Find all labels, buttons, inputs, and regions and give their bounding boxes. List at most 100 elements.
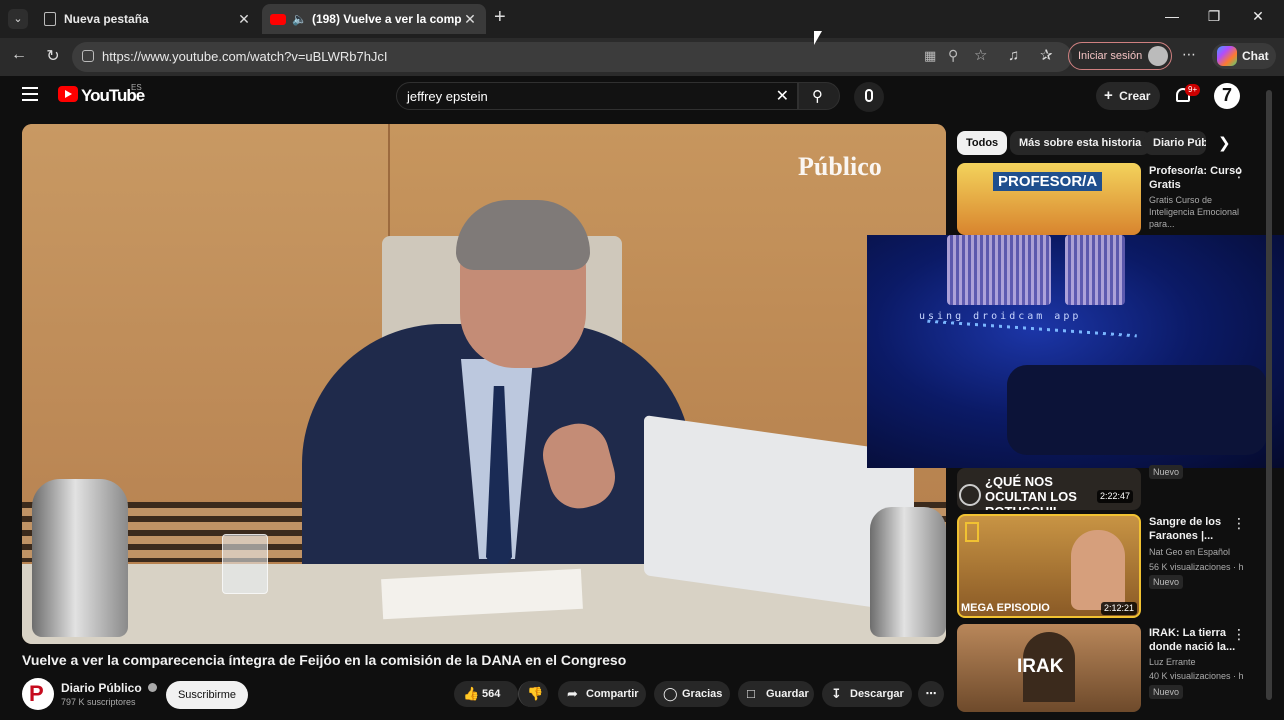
subscriber-count: 797 K suscriptores [61, 697, 136, 707]
chip-diario-publico[interactable]: Diario Públ [1144, 131, 1206, 155]
account-avatar[interactable]: 7 [1214, 83, 1240, 109]
new-badge: Nuevo [1149, 575, 1184, 589]
ceiling-vent-left [947, 235, 1051, 305]
window-close-icon[interactable]: ✕ [1238, 8, 1278, 30]
clear-search-icon[interactable]: ✕ [776, 86, 789, 106]
apps-icon[interactable]: ▦ [924, 48, 936, 64]
thumbnail-caption: PROFESOR/A [993, 172, 1103, 191]
like-button[interactable]: 👍 564 [454, 681, 518, 707]
search-button[interactable]: ⚲ [798, 82, 840, 110]
water-glass [222, 534, 268, 594]
country-code: ES [131, 83, 142, 92]
sidebar-thumbnail[interactable]: ¿QUÉ NOS OCULTAN LOS ROTHSCHIL 2:22:47 [957, 468, 1141, 510]
thanks-button[interactable]: ◯ Gracias [654, 681, 730, 707]
copilot-logo-icon [1217, 46, 1237, 66]
dislike-button[interactable]: 👎 [518, 681, 548, 707]
video-duration: 2:12:21 [1101, 602, 1138, 615]
plus-icon: + [1104, 87, 1113, 104]
back-arrow-icon[interactable]: ← [8, 46, 30, 68]
create-button[interactable]: + Crear [1096, 82, 1160, 110]
speaker-hair [456, 200, 590, 270]
favorite-star-icon[interactable]: ☆ [974, 46, 987, 64]
download-icon: ↧ [831, 686, 842, 701]
download-button[interactable]: ↧ Descargar [822, 681, 912, 707]
microphone-icon [865, 89, 873, 102]
tab-label: Nueva pestaña [64, 12, 149, 26]
channel-avatar-letter: P [29, 681, 44, 706]
minimize-icon[interactable]: — [1152, 8, 1192, 30]
site-info-icon[interactable] [82, 50, 94, 62]
camera-overlay: using droidcam app [867, 235, 1284, 468]
video-card-description: Gratis Curso de Inteligencia Emocional p… [1149, 195, 1240, 229]
search-input[interactable]: jeffrey epstein ✕ [396, 82, 798, 110]
share-label: Compartir [586, 688, 639, 700]
video-card-title[interactable]: IRAK: La tierra donde nació la... [1149, 626, 1243, 654]
sidebar-thumbnail[interactable]: PROFESOR/A [957, 163, 1141, 235]
voice-search-button[interactable] [854, 82, 884, 112]
verified-check-icon [148, 683, 158, 692]
chip-all[interactable]: Todos [957, 131, 1008, 155]
avatar-glyph-icon: 7 [1222, 85, 1233, 105]
thumbnail-caption: ¿QUÉ NOS OCULTAN LOS ROTHSCHIL [985, 474, 1077, 510]
more-vert-icon[interactable]: ⋮ [1232, 515, 1246, 532]
save-button[interactable]: □ Guardar [738, 681, 814, 707]
tab-new-tab[interactable]: Nueva pestaña ✕ [36, 4, 260, 34]
more-actions-button[interactable]: ⋯ [918, 681, 944, 707]
media-control-icon[interactable]: ♫ [1008, 47, 1019, 64]
sidebar-thumbnail[interactable]: MEGA EPISODIO 2:12:21 [957, 514, 1141, 618]
speaker-icon[interactable]: 🔈 [292, 12, 307, 26]
thumbnail-caption: IRAK [1017, 656, 1064, 677]
restore-icon[interactable]: ❐ [1194, 8, 1234, 30]
new-tab-plus-icon[interactable]: + [494, 6, 506, 29]
ceiling-vent-right [1065, 235, 1125, 305]
zoom-icon[interactable]: ⚲ [948, 47, 958, 64]
create-label: Crear [1119, 89, 1151, 103]
more-vert-icon[interactable]: ⋮ [1232, 626, 1246, 643]
tab-list-chevron-icon[interactable]: ⌄ [8, 9, 28, 29]
address-bar[interactable]: https://www.youtube.com/watch?v=uBLWRb7h… [72, 42, 1072, 72]
close-icon[interactable]: ✕ [462, 11, 478, 28]
channel-name[interactable]: Diario Público [61, 681, 158, 695]
chips-next-icon[interactable]: ❯ [1218, 134, 1231, 152]
chip-more-story[interactable]: Más sobre esta historia [1010, 131, 1151, 155]
thermos-right [870, 507, 946, 637]
video-card-title[interactable]: Sangre de los Faraones |... [1149, 515, 1243, 543]
video-card-title[interactable]: Profesor/a: Curso Gratis [1149, 164, 1243, 192]
like-count: 564 [482, 688, 501, 700]
download-label: Descargar [850, 688, 904, 700]
save-label: Guardar [766, 688, 809, 700]
more-options-icon[interactable]: ⋯ [1182, 46, 1196, 63]
bed-shape [1007, 365, 1267, 455]
thumbnail-caption: MEGA EPISODIO [961, 602, 1050, 614]
led-strip [927, 319, 1137, 338]
close-icon[interactable]: ✕ [236, 11, 252, 28]
signin-button[interactable]: Iniciar sesión [1068, 42, 1172, 70]
reload-icon[interactable]: ↻ [42, 46, 64, 68]
chat-label: Chat [1242, 49, 1269, 63]
video-card-channel[interactable]: Luz Errante [1149, 656, 1249, 668]
favorites-icon[interactable]: ✰ [1040, 46, 1053, 64]
share-button[interactable]: ➦ Compartir [558, 681, 646, 707]
new-badge: Nuevo [1149, 685, 1184, 699]
tab-label: (198) Vuelve a ver la compare [311, 12, 462, 26]
channel-watermark: Público [798, 152, 882, 181]
sidebar-thumbnail[interactable]: IRAK [957, 624, 1141, 712]
video-player[interactable]: Público [22, 124, 946, 644]
page-icon [44, 12, 56, 26]
browser-tab-strip: ⌄ Nueva pestaña ✕ 🔈 (198) Vuelve a ver l… [0, 0, 1284, 38]
overlay-caption: using droidcam app [919, 311, 1082, 322]
video-card-channel[interactable]: Nat Geo en Español [1149, 546, 1249, 558]
new-badge: Nuevo [1149, 465, 1184, 479]
more-vert-icon[interactable]: ⋮ [1232, 164, 1246, 181]
search-value: jeffrey epstein [407, 89, 488, 104]
video-card-views: 56 K visualizaciones · h [1149, 562, 1244, 572]
video-duration: 2:22:47 [1097, 490, 1134, 503]
subscribe-button[interactable]: Suscribirme [166, 681, 248, 709]
thanks-icon: ◯ [663, 686, 678, 701]
hamburger-menu-icon[interactable] [22, 87, 38, 101]
video-card-views: 40 K visualizaciones · h [1149, 671, 1244, 681]
copilot-chat-button[interactable]: Chat [1212, 43, 1276, 69]
mouse-cursor-icon [814, 31, 822, 45]
tab-youtube-video[interactable]: 🔈 (198) Vuelve a ver la compare ✕ [262, 4, 486, 34]
sidebar-scrollbar[interactable] [1266, 90, 1272, 700]
